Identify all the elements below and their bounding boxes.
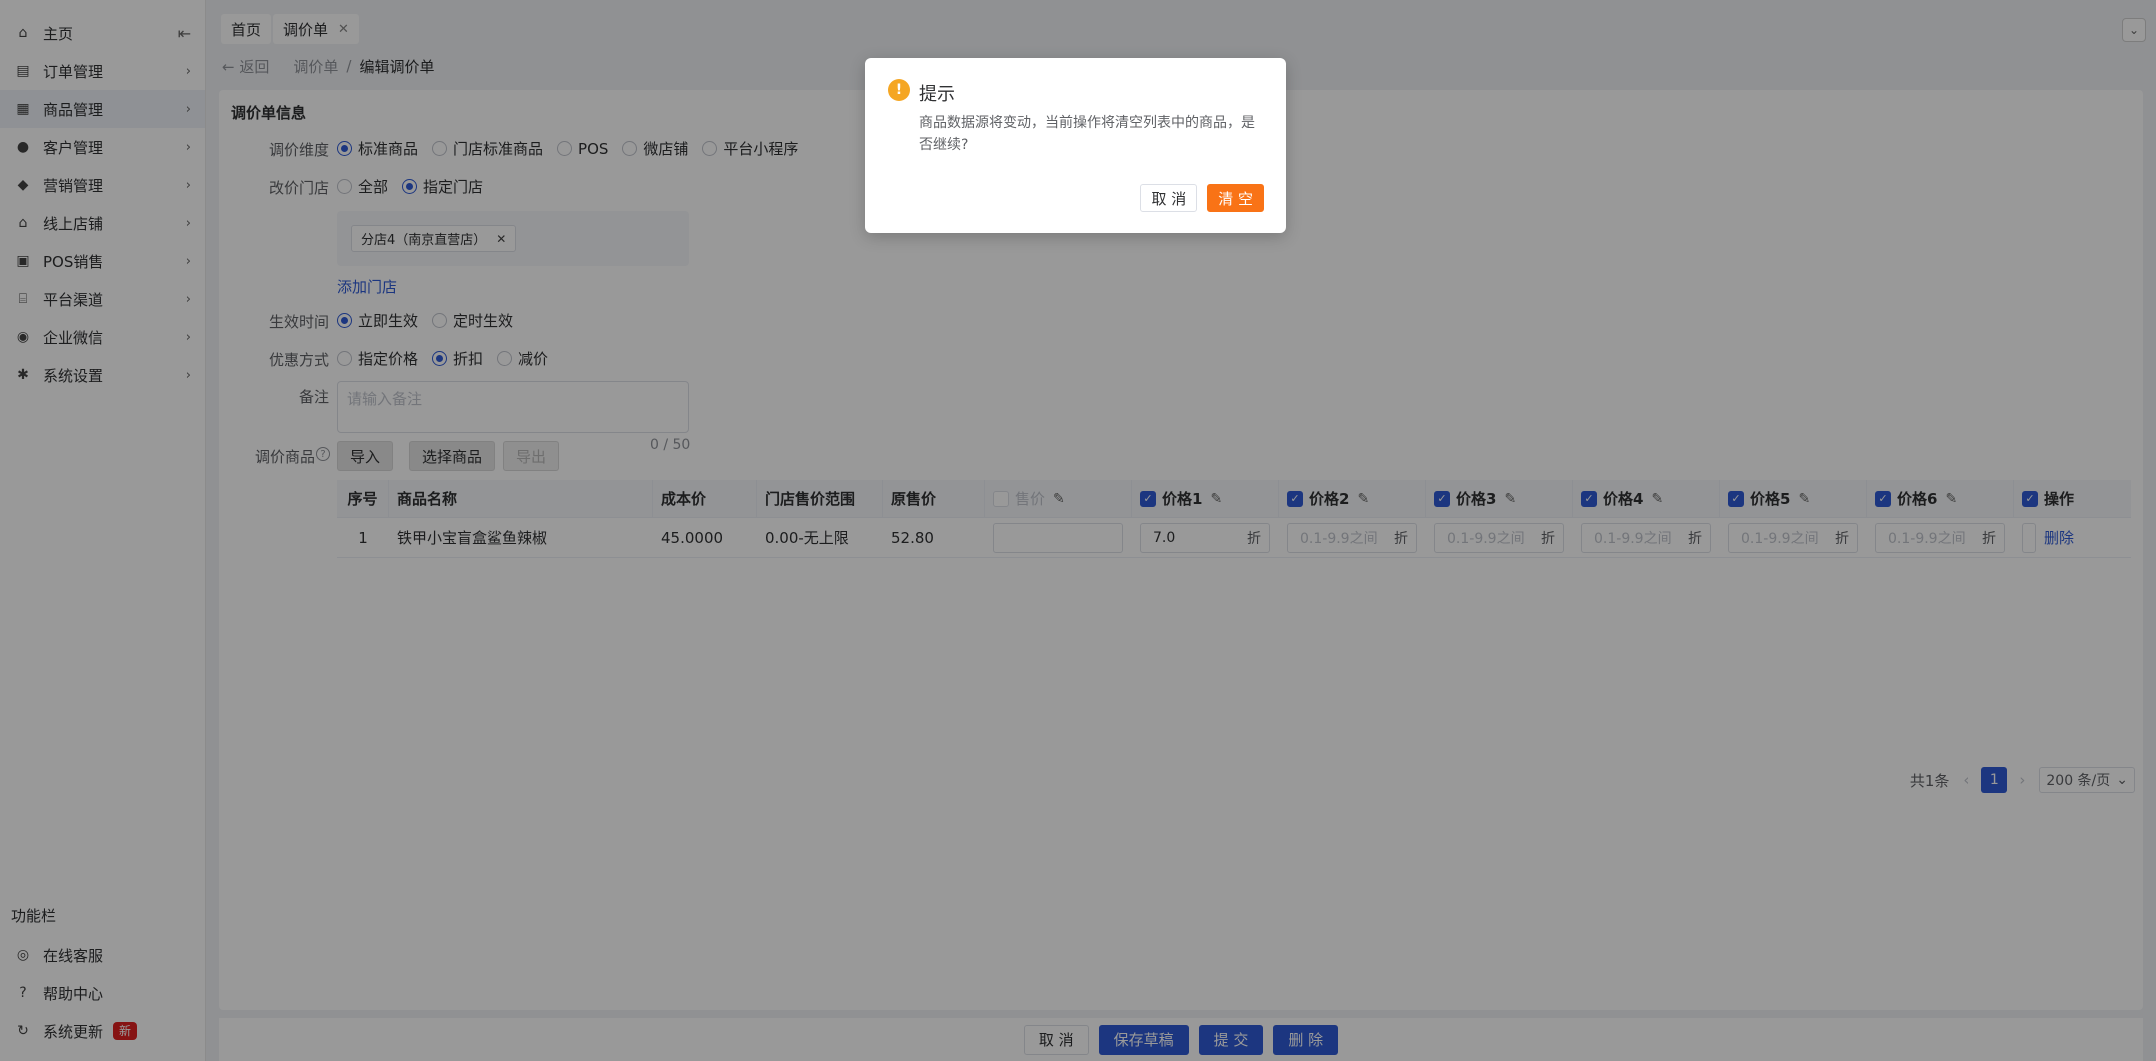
dialog-clear-button[interactable]: 清 空 [1207,184,1264,212]
warning-icon: ! [888,79,910,101]
dialog-cancel-button[interactable]: 取 消 [1140,184,1198,212]
confirm-dialog: ! 提示 商品数据源将变动，当前操作将清空列表中的商品，是否继续? 取 消 清 … [865,58,1286,233]
dialog-title: 提示 [919,84,955,105]
dialog-message: 商品数据源将变动，当前操作将清空列表中的商品，是否继续? [919,115,1255,153]
